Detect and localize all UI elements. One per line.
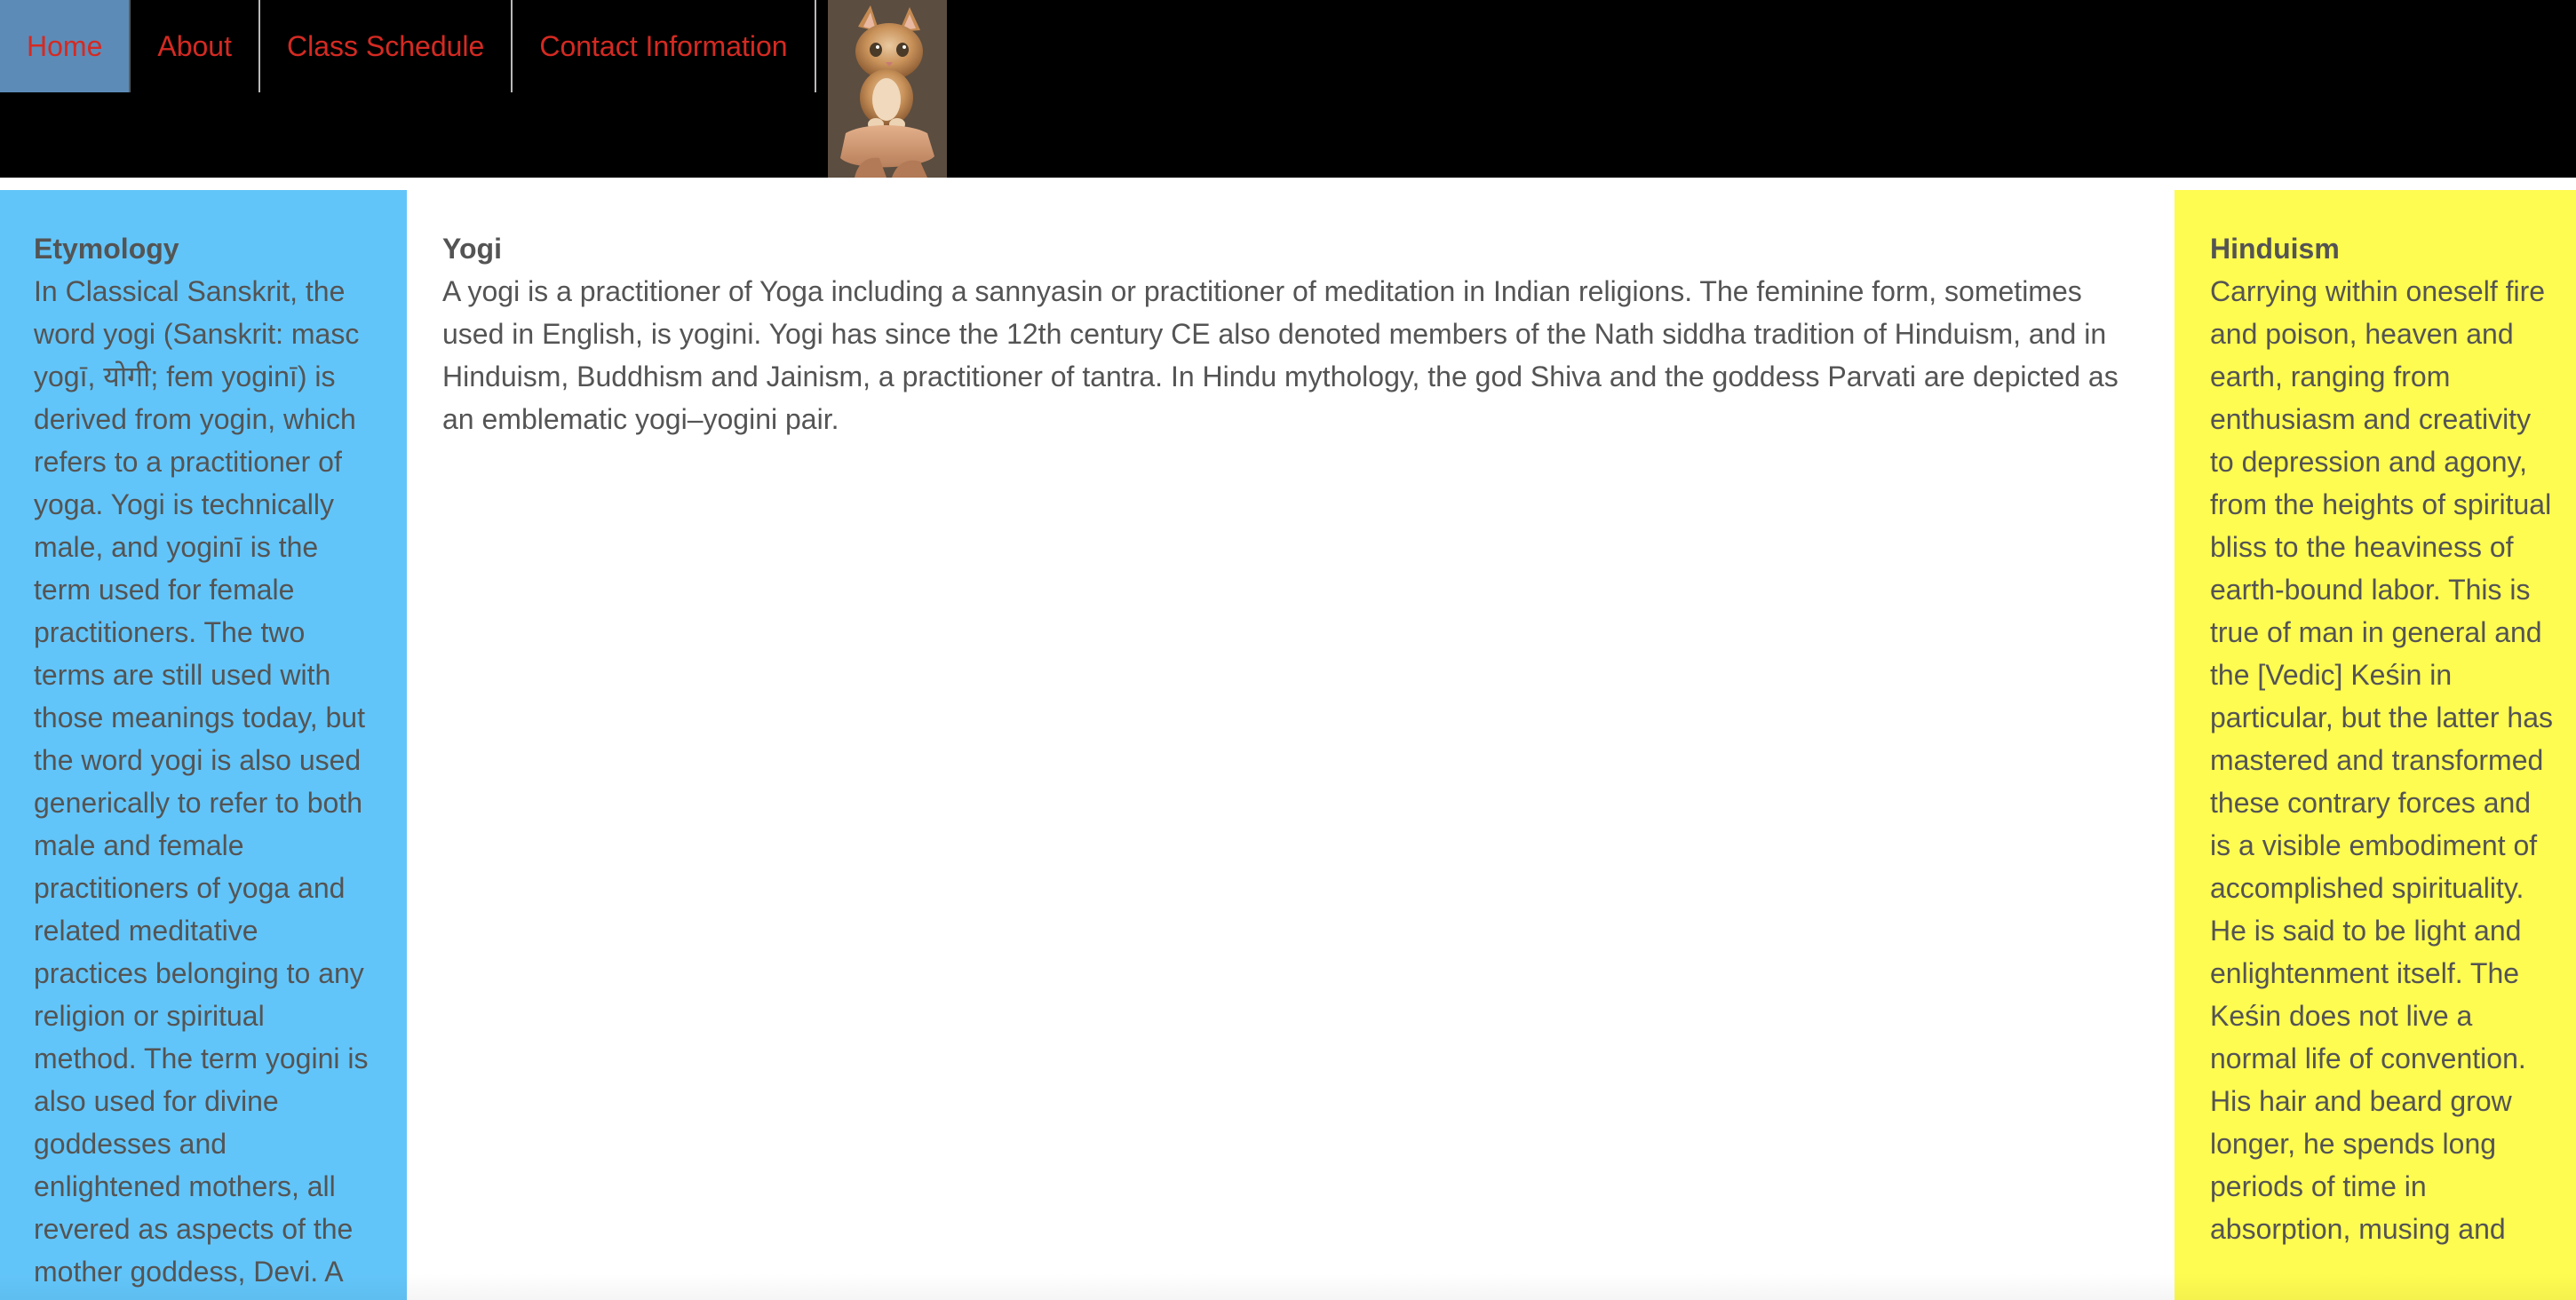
etymology-sidebar: Etymology In Classical Sanskrit, the wor… [0,190,407,1300]
kitten-photo-icon [828,0,947,178]
main-nav: Home About Class Schedule Contact Inform… [0,0,816,92]
etymology-text: In Classical Sanskrit, the word yogi (Sa… [34,275,369,1288]
etymology-heading: Etymology [34,233,179,265]
yogi-text: A yogi is a practitioner of Yoga includi… [442,275,2119,435]
yogi-heading: Yogi [442,233,502,265]
nav-class-schedule-link[interactable]: Class Schedule [260,0,513,92]
header-bar: Home About Class Schedule Contact Inform… [0,0,2576,178]
hinduism-sidebar: Hinduism Carrying within oneself fire an… [2174,190,2576,1300]
nav-home-link[interactable]: Home [0,0,131,92]
main-content: Yogi A yogi is a practitioner of Yoga in… [407,190,2174,1300]
nav-about-link[interactable]: About [131,0,260,92]
hinduism-heading: Hinduism [2210,233,2340,265]
kitten-image [828,0,947,178]
nav-contact-information-link[interactable]: Contact Information [513,0,816,92]
hinduism-text: Carrying within oneself fire and poison,… [2210,275,2553,1245]
